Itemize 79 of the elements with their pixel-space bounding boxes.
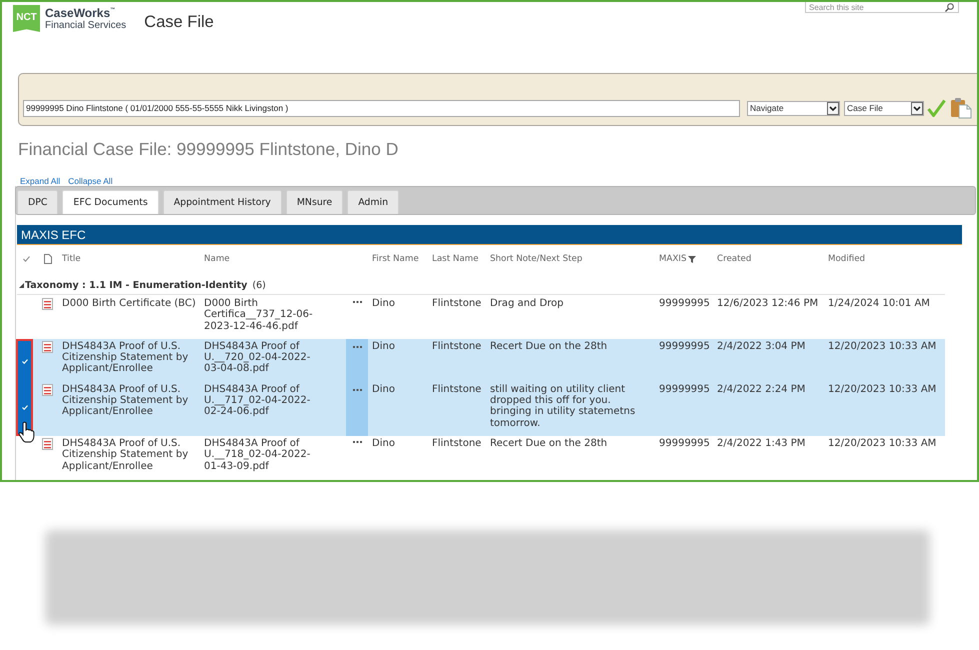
logo-name: CaseWorks$^{™}$: [45, 6, 116, 20]
dropdown-select[interactable]: Case File: [844, 100, 924, 116]
logo-subtitle: Financial Services: [45, 20, 126, 31]
modified-date: 12/20/2023 10:33 AM: [828, 438, 936, 449]
short-note: Drag and Drop: [490, 298, 564, 310]
dropdown-select[interactable]: Navigate: [747, 100, 840, 116]
select-all-check-icon[interactable]: [23, 256, 30, 262]
first-name: Dino: [372, 384, 395, 395]
tab[interactable]: MNsure: [286, 190, 344, 214]
site-title: Case File: [144, 13, 214, 32]
checkmark-icon: [22, 358, 28, 364]
tab[interactable]: EFC Documents: [62, 190, 159, 214]
last-name: Flintstone: [432, 298, 482, 309]
section-header: MAXIS EFC: [17, 225, 962, 245]
file-icon: [42, 340, 53, 353]
short-note: Recert Due on the 28th: [490, 340, 608, 352]
modified-date: 12/20/2023 10:33 AM: [828, 384, 936, 395]
search-icon[interactable]: [945, 2, 954, 12]
search-field[interactable]: Search this site: [805, 2, 959, 13]
first-name: Dino: [372, 298, 395, 309]
file-name: DHS4843A Proof of U.__718_02-04-2022-01-43-09.pdf: [204, 438, 312, 472]
file-icon: [42, 384, 53, 396]
tab[interactable]: Appointment History: [162, 190, 282, 214]
maxis-number: 99999995: [659, 298, 710, 309]
last-name: Flintstone: [432, 384, 482, 395]
ellipsis-icon: [352, 346, 362, 348]
row-checkbox[interactable]: [16, 338, 33, 382]
document-icon: [44, 254, 52, 264]
checkmark-icon[interactable]: [927, 98, 946, 118]
ellipsis-icon: [352, 388, 362, 391]
last-name: Flintstone: [432, 340, 482, 352]
maxis-number: 99999995: [659, 438, 710, 449]
action-link[interactable]: Collapse All: [68, 176, 113, 186]
last-name: Flintstone: [432, 438, 482, 449]
group-label: Taxonomy : 1.1 IM - Enumeration-Identity: [25, 280, 248, 291]
tab[interactable]: DPC: [17, 190, 58, 214]
checkmark-icon: [22, 405, 28, 410]
file-icon: [42, 438, 53, 450]
modified-date: 12/20/2023 10:33 AM: [828, 340, 936, 352]
maxis-number: 99999995: [659, 384, 710, 395]
collapse-triangle-icon[interactable]: [19, 283, 24, 288]
column-header[interactable]: Last Name: [432, 254, 478, 264]
logo-badge: NCT: [13, 5, 40, 32]
document-title: D000 Birth Certificate (BC): [62, 298, 196, 310]
document-title: DHS4843A Proof of U.S. Citizenship Statement by Applicant/Enrollee: [62, 384, 190, 418]
document-title: DHS4843A Proof of U.S. Citizenship Statement by Applicant/Enrollee: [62, 340, 190, 375]
short-note: Recert Due on the 28th: [490, 438, 608, 450]
document-row[interactable]: [17, 382, 945, 436]
column-header[interactable]: Short Note/Next Step: [490, 254, 582, 264]
column-header[interactable]: First Name: [372, 254, 419, 264]
first-name: Dino: [372, 340, 395, 352]
clipboard-icon[interactable]: [950, 97, 972, 119]
column-header[interactable]: Created: [717, 254, 752, 264]
created-date: 2/4/2022 1:43 PM: [717, 438, 806, 449]
case-search-field[interactable]: 99999995 Dino Flintstone ( 01/01/2000 555-55-5555 Nikk Livingston ): [23, 100, 740, 116]
document-row[interactable]: [17, 338, 945, 382]
first-name: Dino: [372, 438, 395, 449]
file-name: DHS4843A Proof of U.__717_02-04-2022-02-24-06.pdf: [204, 384, 312, 418]
column-header[interactable]: MAXIS: [659, 254, 696, 264]
column-header[interactable]: Title: [62, 254, 81, 264]
maxis-number: 99999995: [659, 340, 710, 352]
file-name: DHS4843A Proof of U.__720_02-04-2022-03-04-08.pdf: [204, 340, 312, 375]
file-icon: [42, 298, 53, 310]
group-count: (6): [252, 280, 266, 291]
created-date: 2/4/2022 3:04 PM: [717, 340, 806, 352]
filter-icon[interactable]: [688, 256, 696, 262]
modified-date: 1/24/2024 10:01 AM: [828, 298, 930, 309]
column-header[interactable]: Modified: [828, 254, 866, 264]
tab[interactable]: Admin: [347, 190, 400, 214]
action-link[interactable]: Expand All: [20, 176, 60, 186]
ellipsis-icon: [352, 440, 362, 443]
created-date: 12/6/2023 12:46 PM: [717, 298, 818, 309]
file-name: D000 Birth Certifica__737_12-06-2023-12-46-46.pdf: [204, 298, 314, 332]
created-date: 2/4/2022 2:24 PM: [717, 384, 806, 395]
hand-pointer-icon: [18, 421, 35, 443]
document-title: DHS4843A Proof of U.S. Citizenship Statement by Applicant/Enrollee: [62, 438, 190, 472]
short-note: still waiting on utility client dropped this off for you. bringing in utility statemetns tomorrow.: [490, 384, 636, 429]
column-header[interactable]: Name: [204, 254, 230, 264]
page-heading: Financial Case File: 99999995 Flintstone, Dino D: [18, 138, 400, 160]
